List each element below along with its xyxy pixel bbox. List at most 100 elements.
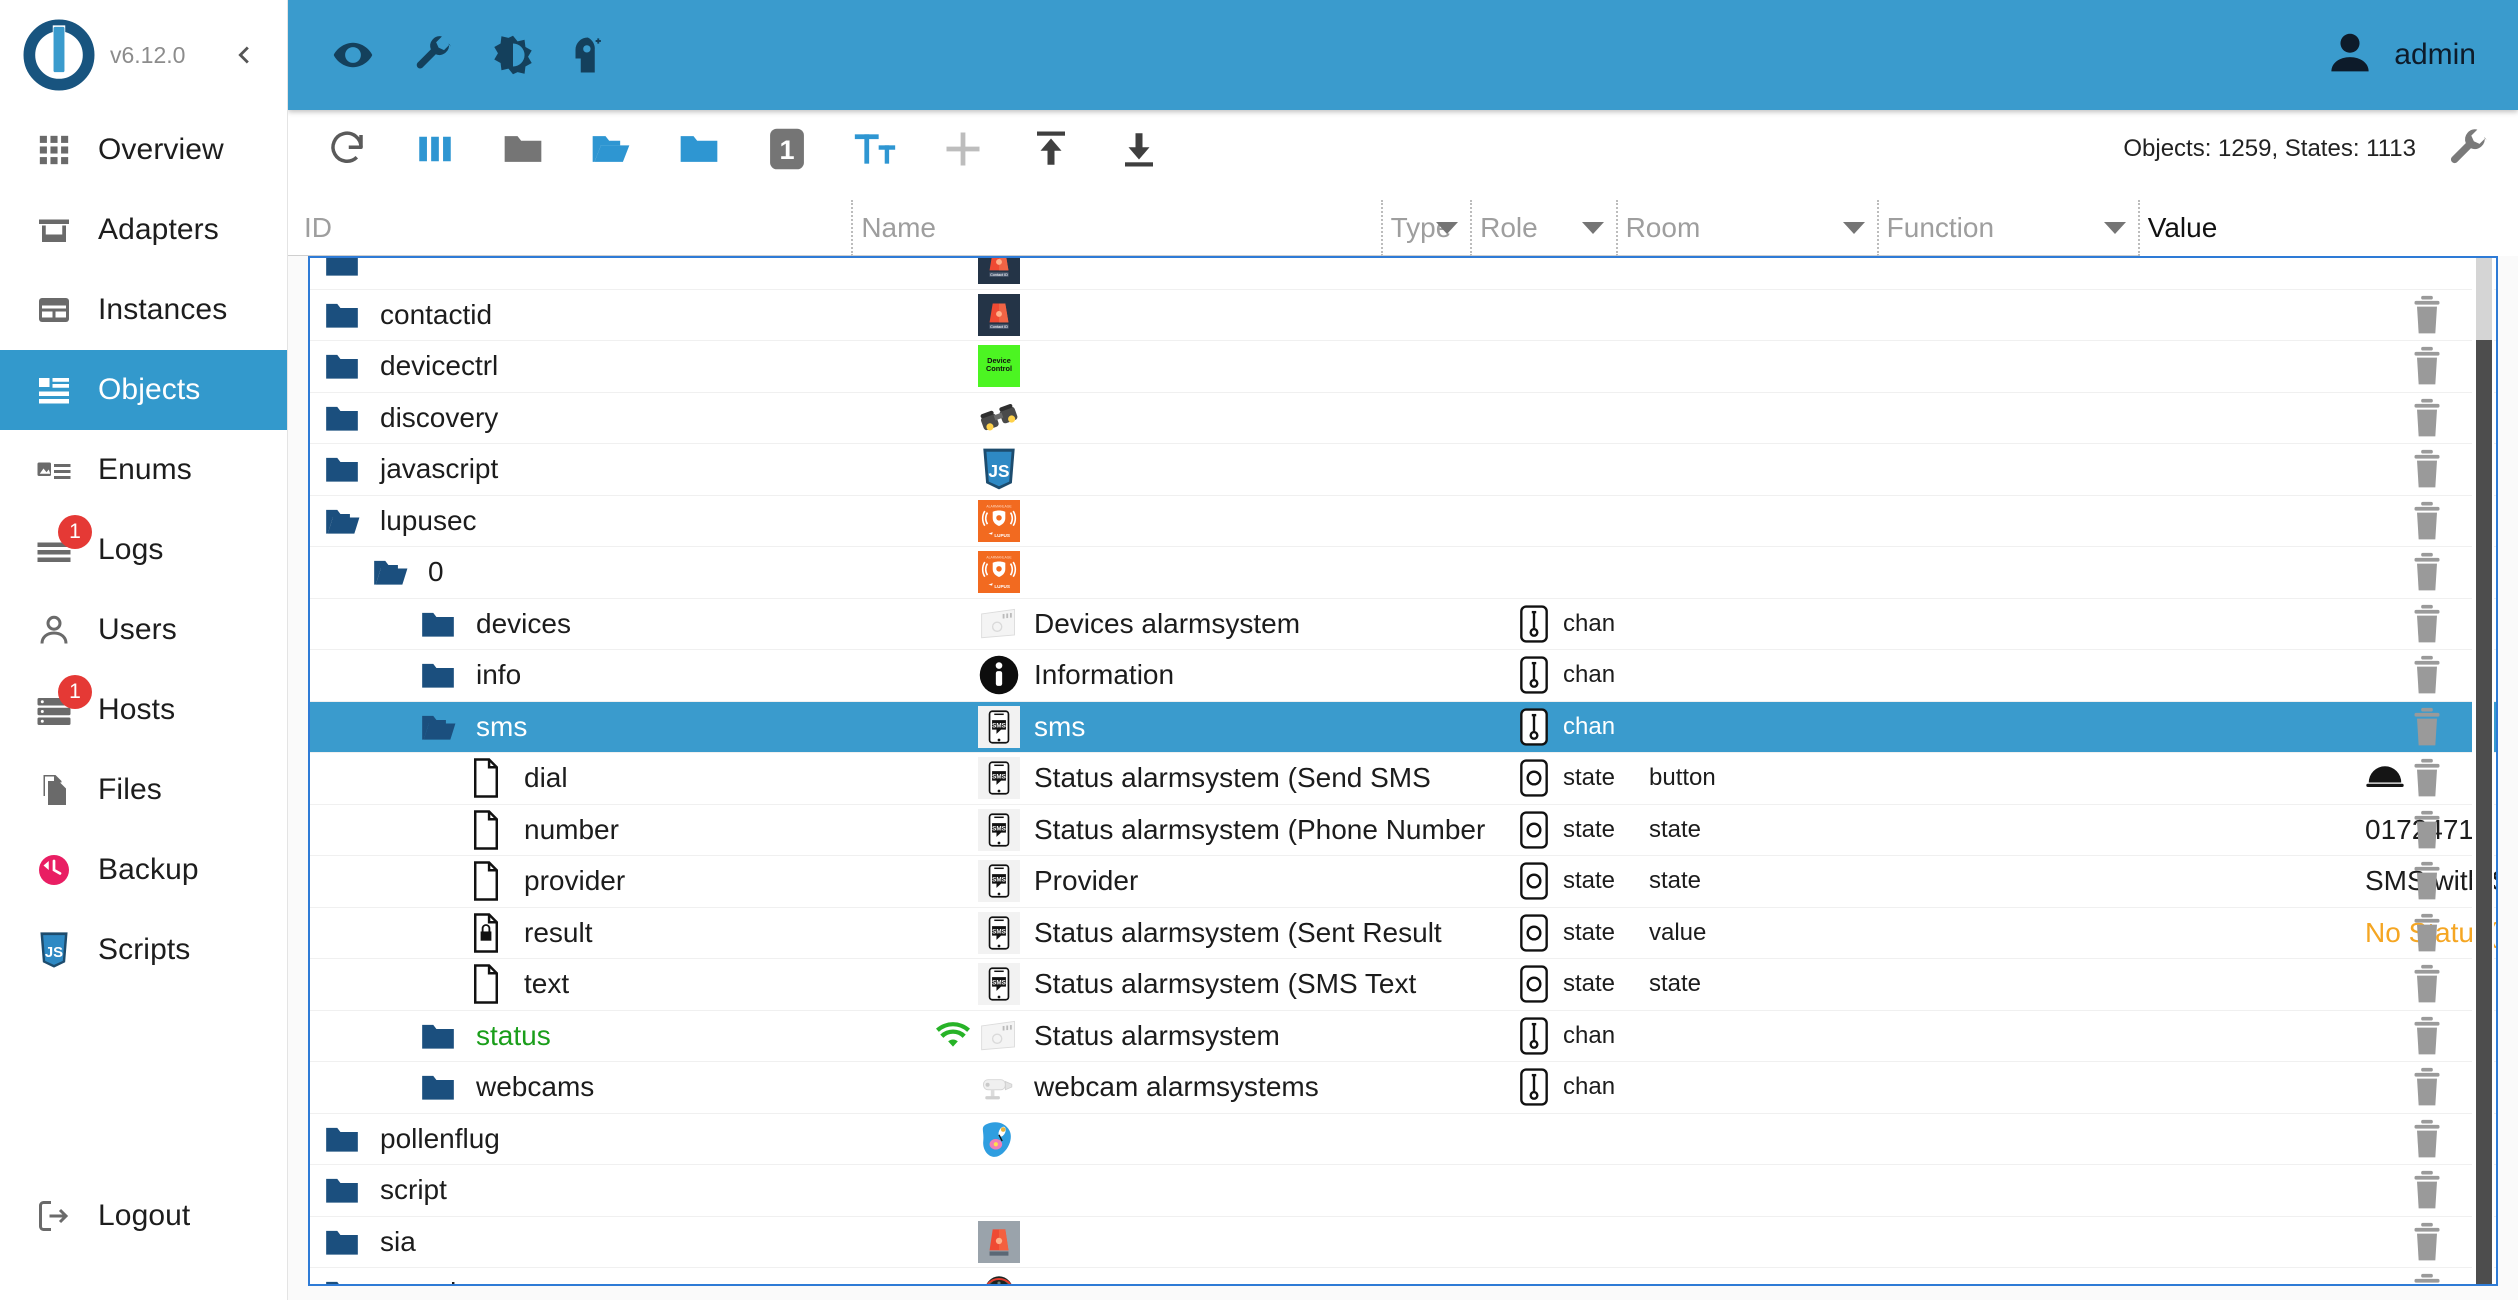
sidebar-item-users[interactable]: Users [0, 590, 287, 670]
cell-name[interactable]: Devices alarmsystem [932, 599, 1517, 650]
cell-name[interactable]: Device Control [932, 341, 1517, 392]
table-row[interactable]: info Information channel [310, 650, 2496, 702]
collapse-all-folders-icon[interactable] [486, 118, 560, 180]
cell-name[interactable]: Contact ID [932, 290, 1517, 341]
folder-open-icon[interactable] [418, 707, 458, 747]
cell-name[interactable]: SMS Status alarmsystem (Sent Result [932, 908, 1517, 959]
cell-id[interactable]: result [310, 908, 932, 959]
cell-id[interactable]: pollenflug [310, 1114, 932, 1165]
folder-closed-icon[interactable] [418, 1016, 458, 1056]
sidebar-item-logout[interactable]: Logout [0, 1176, 287, 1256]
delete-object-button[interactable] [2410, 861, 2444, 901]
cell-id[interactable]: number [310, 805, 932, 856]
delete-object-button[interactable] [2410, 1119, 2444, 1159]
delete-object-button[interactable] [2410, 1016, 2444, 1056]
sidebar-item-overview[interactable]: Overview [0, 110, 287, 190]
cell-name[interactable]: Information [932, 650, 1517, 701]
delete-object-button[interactable] [2410, 964, 2444, 1004]
table-row[interactable]: number SMS Status alarmsystem (Phone Numbe… [310, 805, 2496, 856]
table-row[interactable]: status Status alarmsystem channel [310, 1011, 2496, 1062]
folder-closed-icon[interactable] [418, 1067, 458, 1107]
folder-closed-icon[interactable] [322, 1273, 362, 1284]
cell-name[interactable] [932, 1268, 1517, 1284]
table-row[interactable]: sms SMS sms channel [310, 701, 2496, 753]
file-icon[interactable] [466, 964, 506, 1004]
sidebar-item-hosts[interactable]: 1 Hosts [0, 670, 287, 750]
bell-button-icon[interactable] [2365, 763, 2405, 794]
folder-closed-icon[interactable] [322, 295, 362, 335]
filter-id[interactable]: ID [288, 200, 852, 256]
cell-id[interactable]: javascript [310, 444, 932, 495]
folder-closed-icon[interactable] [322, 1222, 362, 1262]
chevron-down-icon[interactable] [1581, 221, 1604, 234]
export-icon[interactable] [1102, 118, 1176, 180]
cell-id[interactable]: text [310, 959, 932, 1010]
table-row[interactable]: webcams webcam alarmsystems channel [310, 1062, 2496, 1114]
vertical-scrollbar[interactable] [2472, 258, 2494, 1284]
filter-function[interactable]: Function [1876, 200, 2138, 256]
cell-name[interactable] [932, 1165, 1517, 1216]
scrollbar-track[interactable] [2476, 258, 2492, 341]
folder-closed-icon[interactable] [322, 346, 362, 386]
sidebar-item-objects[interactable]: Objects [0, 350, 287, 430]
add-object-icon[interactable] [926, 118, 1000, 180]
cell-id[interactable]: sia [310, 1217, 932, 1268]
cell-name[interactable] [932, 393, 1517, 444]
cell-id[interactable]: webcams [310, 1062, 932, 1113]
wrench-icon[interactable] [396, 18, 470, 92]
filter-name[interactable]: Name [851, 200, 1381, 256]
cell-id[interactable]: discovery [310, 393, 932, 444]
cell-name[interactable] [932, 1217, 1517, 1268]
cell-id[interactable] [310, 258, 932, 289]
sidebar-collapse-button[interactable] [221, 32, 267, 78]
folder-closed-icon[interactable] [322, 398, 362, 438]
table-row[interactable]: devicectrl Device Control [310, 341, 2496, 393]
sidebar-item-enums[interactable]: Enums [0, 430, 287, 510]
file-icon[interactable] [466, 758, 506, 798]
delete-object-button[interactable] [2410, 1170, 2444, 1210]
sidebar-item-backup[interactable]: Backup [0, 830, 287, 910]
depth-1-icon[interactable]: 1 [750, 118, 824, 180]
cell-name[interactable]: SMS Status alarmsystem (Phone Number [932, 805, 1517, 856]
filter-type[interactable]: Type [1380, 200, 1471, 256]
table-row[interactable]: lupusec ALARMANLAGE LUPUS [310, 496, 2496, 547]
cell-name[interactable] [932, 1114, 1517, 1165]
sidebar-item-logs[interactable]: 1 Logs [0, 510, 287, 590]
cell-name[interactable]: SMS Provider [932, 856, 1517, 907]
delete-object-button[interactable] [2410, 707, 2444, 747]
expert-mode-icon[interactable] [556, 18, 630, 92]
chevron-down-icon[interactable] [2103, 221, 2126, 234]
cell-id[interactable]: info [310, 650, 932, 701]
cell-name[interactable]: webcam alarmsystems [932, 1062, 1517, 1113]
delete-object-button[interactable] [2410, 758, 2444, 798]
delete-object-button[interactable] [2410, 655, 2444, 695]
cell-name[interactable]: Contact ID [932, 258, 1517, 289]
cell-name[interactable]: SMS Status alarmsystem (Send SMS [932, 753, 1517, 804]
table-row[interactable]: javascript JS [310, 444, 2496, 496]
folder-closed-icon[interactable] [418, 604, 458, 644]
columns-icon[interactable] [398, 118, 472, 180]
chevron-down-icon[interactable] [1842, 221, 1865, 234]
cell-name[interactable]: Status alarmsystem [932, 1011, 1517, 1062]
delete-object-button[interactable] [2410, 295, 2444, 335]
table-row[interactable]: providerSMSProviderstatestateSMS with SI… [310, 856, 2496, 908]
table-row[interactable]: sia [310, 1217, 2496, 1268]
delete-object-button[interactable] [2410, 552, 2444, 592]
cell-id[interactable]: contactid [310, 290, 932, 341]
account-button[interactable]: admin [2324, 27, 2490, 84]
table-row[interactable]: dial SMS Status alarmsystem (Send SMS state… [310, 753, 2496, 805]
table-row[interactable]: discovery [310, 393, 2496, 444]
sidebar-item-files[interactable]: Files [0, 750, 287, 830]
folder-open-icon[interactable] [322, 501, 362, 541]
cell-id[interactable]: devicectrl [310, 341, 932, 392]
table-row[interactable]: result SMS Status alarmsystem (Sent Result… [310, 908, 2496, 959]
table-row[interactable]: Contact ID [310, 258, 2496, 290]
import-icon[interactable] [1014, 118, 1088, 180]
delete-object-button[interactable] [2410, 1222, 2444, 1262]
cell-name[interactable]: ALARMANLAGE LUPUS [932, 547, 1517, 598]
table-row[interactable]: 0 ALARMANLAGE LUPUS [310, 547, 2496, 599]
cell-name[interactable]: ALARMANLAGE LUPUS [932, 496, 1517, 547]
table-row[interactable]: script [310, 1165, 2496, 1217]
folder-closed-icon[interactable] [418, 655, 458, 695]
delete-object-button[interactable] [2410, 1273, 2444, 1284]
